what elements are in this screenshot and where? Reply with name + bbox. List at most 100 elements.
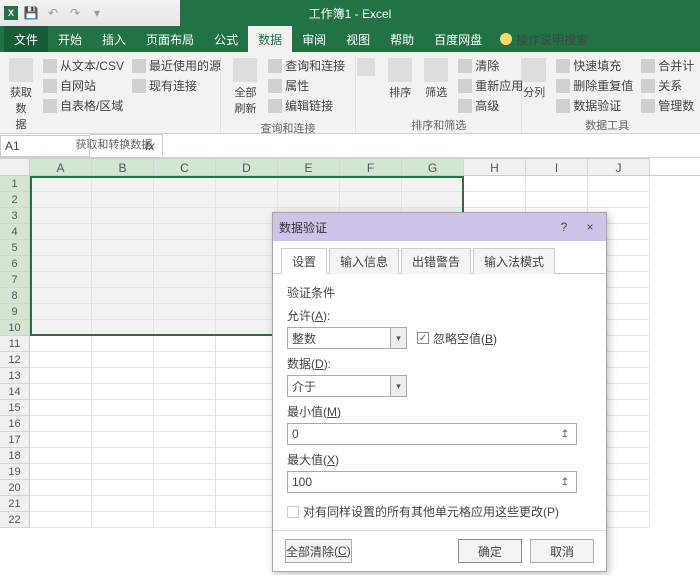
remove-dup-button[interactable]: 删除重复值 bbox=[554, 76, 635, 95]
chevron-down-icon[interactable]: ▾ bbox=[390, 328, 406, 348]
cell[interactable] bbox=[92, 192, 154, 208]
cell[interactable] bbox=[154, 464, 216, 480]
cell[interactable] bbox=[30, 464, 92, 480]
cell[interactable] bbox=[402, 176, 464, 192]
cell[interactable] bbox=[30, 384, 92, 400]
tab-baidu[interactable]: 百度网盘 bbox=[424, 26, 492, 52]
cell[interactable] bbox=[154, 256, 216, 272]
row-header[interactable]: 20 bbox=[0, 480, 30, 496]
chevron-down-icon[interactable]: ▾ bbox=[390, 376, 406, 396]
cell[interactable] bbox=[216, 176, 278, 192]
select-all-corner[interactable] bbox=[0, 158, 30, 175]
cell[interactable] bbox=[92, 384, 154, 400]
cell[interactable] bbox=[30, 432, 92, 448]
text-to-columns-button[interactable]: 分列 bbox=[518, 56, 550, 102]
row-header[interactable]: 18 bbox=[0, 448, 30, 464]
cell[interactable] bbox=[154, 400, 216, 416]
cell[interactable] bbox=[92, 272, 154, 288]
cancel-button[interactable]: 取消 bbox=[530, 539, 594, 563]
cell[interactable] bbox=[464, 176, 526, 192]
tell-me[interactable]: 操作说明搜索 bbox=[492, 26, 596, 52]
name-box[interactable]: A1▾ bbox=[0, 135, 90, 157]
from-web-button[interactable]: 自网站 bbox=[41, 76, 126, 95]
cell[interactable] bbox=[154, 416, 216, 432]
cell[interactable] bbox=[92, 288, 154, 304]
cell[interactable] bbox=[216, 368, 278, 384]
row-header[interactable]: 10 bbox=[0, 320, 30, 336]
range-picker-icon[interactable]: ↥ bbox=[558, 477, 572, 488]
chevron-down-icon[interactable]: ▾ bbox=[80, 140, 85, 151]
tab-file[interactable]: 文件 bbox=[4, 26, 48, 52]
ignore-blank-checkbox[interactable]: ✓忽略空值(B) bbox=[417, 330, 497, 347]
tab-review[interactable]: 审阅 bbox=[292, 26, 336, 52]
cell[interactable] bbox=[30, 288, 92, 304]
sort-button[interactable]: 排序 bbox=[384, 56, 416, 102]
cell[interactable] bbox=[92, 320, 154, 336]
cell[interactable] bbox=[30, 400, 92, 416]
allow-select[interactable]: 整数▾ bbox=[287, 327, 407, 349]
cancel-formula-icon[interactable]: × bbox=[90, 135, 114, 157]
edit-links-button[interactable]: 编辑链接 bbox=[266, 96, 347, 115]
cell[interactable] bbox=[154, 368, 216, 384]
cell[interactable] bbox=[154, 448, 216, 464]
col-header[interactable]: G bbox=[402, 158, 464, 175]
tab-formulas[interactable]: 公式 bbox=[204, 26, 248, 52]
data-validation-button[interactable]: 数据验证 bbox=[554, 96, 635, 115]
clear-filter-button[interactable]: 清除 bbox=[456, 56, 525, 75]
cell[interactable] bbox=[588, 176, 650, 192]
cell[interactable] bbox=[278, 192, 340, 208]
cell[interactable] bbox=[340, 176, 402, 192]
min-input[interactable]: 0↥ bbox=[287, 423, 577, 445]
row-header[interactable]: 7 bbox=[0, 272, 30, 288]
dialog-close-button[interactable]: × bbox=[580, 220, 600, 234]
from-csv-button[interactable]: 从文本/CSV bbox=[41, 56, 126, 75]
cell[interactable] bbox=[92, 448, 154, 464]
cell[interactable] bbox=[216, 400, 278, 416]
recent-sources-button[interactable]: 最近使用的源 bbox=[130, 56, 223, 75]
cell[interactable] bbox=[464, 192, 526, 208]
col-header[interactable]: A bbox=[30, 158, 92, 175]
row-header[interactable]: 6 bbox=[0, 256, 30, 272]
tab-insert[interactable]: 插入 bbox=[92, 26, 136, 52]
undo-icon[interactable]: ↶ bbox=[44, 4, 62, 22]
row-header[interactable]: 22 bbox=[0, 512, 30, 528]
cell[interactable] bbox=[154, 480, 216, 496]
tab-data[interactable]: 数据 bbox=[248, 26, 292, 52]
dialog-help-button[interactable]: ? bbox=[554, 220, 574, 234]
col-header[interactable]: J bbox=[588, 158, 650, 175]
cell[interactable] bbox=[216, 448, 278, 464]
cell[interactable] bbox=[30, 352, 92, 368]
manage-model-button[interactable]: 管理数 bbox=[639, 96, 696, 115]
cell[interactable] bbox=[216, 512, 278, 528]
tab-home[interactable]: 开始 bbox=[48, 26, 92, 52]
cell[interactable] bbox=[30, 512, 92, 528]
cell[interactable] bbox=[92, 336, 154, 352]
row-header[interactable]: 9 bbox=[0, 304, 30, 320]
qat-customize-icon[interactable]: ▾ bbox=[88, 4, 106, 22]
filter-button[interactable]: 筛选 bbox=[420, 56, 452, 102]
from-table-button[interactable]: 自表格/区域 bbox=[41, 96, 126, 115]
cell[interactable] bbox=[216, 352, 278, 368]
cell[interactable] bbox=[402, 192, 464, 208]
cell[interactable] bbox=[216, 320, 278, 336]
clear-all-button[interactable]: 全部清除(C) bbox=[285, 539, 352, 563]
cell[interactable] bbox=[30, 224, 92, 240]
cell[interactable] bbox=[92, 176, 154, 192]
relationships-button[interactable]: 关系 bbox=[639, 76, 696, 95]
tab-help[interactable]: 帮助 bbox=[380, 26, 424, 52]
cell[interactable] bbox=[30, 240, 92, 256]
cell[interactable] bbox=[526, 192, 588, 208]
row-header[interactable]: 19 bbox=[0, 464, 30, 480]
cell[interactable] bbox=[154, 304, 216, 320]
cell[interactable] bbox=[154, 352, 216, 368]
cell[interactable] bbox=[30, 176, 92, 192]
row-header[interactable]: 1 bbox=[0, 176, 30, 192]
consolidate-button[interactable]: 合并计 bbox=[639, 56, 696, 75]
cell[interactable] bbox=[92, 208, 154, 224]
row-header[interactable]: 21 bbox=[0, 496, 30, 512]
row-header[interactable]: 4 bbox=[0, 224, 30, 240]
flash-fill-button[interactable]: 快速填充 bbox=[554, 56, 635, 75]
properties-button[interactable]: 属性 bbox=[266, 76, 347, 95]
cell[interactable] bbox=[92, 400, 154, 416]
col-header[interactable]: F bbox=[340, 158, 402, 175]
